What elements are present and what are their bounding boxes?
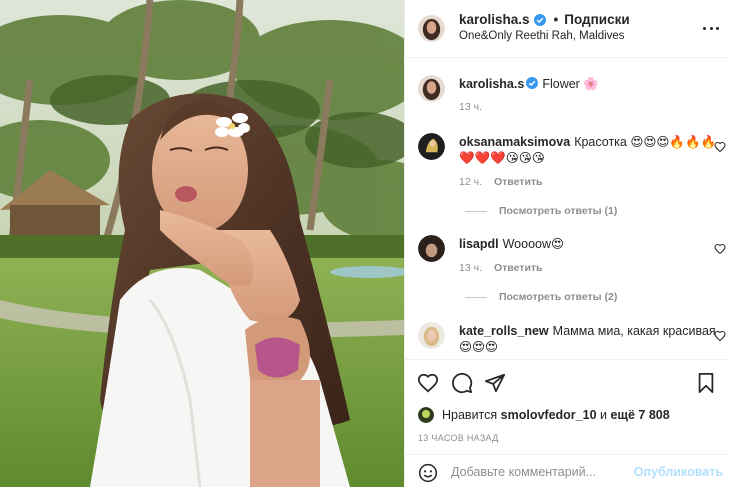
- author-avatar[interactable]: [418, 15, 445, 42]
- comment-username[interactable]: oksanamaksimova: [459, 135, 570, 149]
- comment-like-icon[interactable]: [714, 141, 726, 153]
- view-replies-button[interactable]: Посмотреть ответы (1): [465, 205, 617, 217]
- comment-like-icon[interactable]: [714, 243, 726, 255]
- comment-username[interactable]: kate_rolls_new: [459, 324, 549, 338]
- caption-text: karolisha.s Flower 🌸: [459, 76, 721, 92]
- instagram-post: karolisha.s • Подписки One&Only Reethi R…: [0, 0, 730, 487]
- reply-button[interactable]: Ответить: [494, 262, 543, 274]
- comment-meta: 12 ч. Ответить: [459, 176, 543, 188]
- commenter-avatar[interactable]: [418, 322, 445, 349]
- comment-time[interactable]: 13 ч.: [459, 262, 482, 274]
- comment-text: kate_rolls_new Мамма миа, какая красивая …: [459, 323, 721, 355]
- likes-middle: и: [600, 408, 607, 422]
- comment-body: Woooow😍: [502, 237, 565, 251]
- caption-body: Flower 🌸: [542, 77, 599, 91]
- comment-username[interactable]: lisapdl: [459, 237, 499, 251]
- caption-username[interactable]: karolisha.s: [459, 77, 524, 91]
- author-username[interactable]: karolisha.s: [459, 12, 530, 27]
- commenter-avatar[interactable]: [418, 235, 445, 262]
- post-actions: Нравится smolovfedor_10 и ещё 7 808 13 Ч…: [405, 359, 730, 487]
- comment-time[interactable]: 12 ч.: [459, 176, 482, 188]
- post-timestamp[interactable]: 13 ЧАСОВ НАЗАД: [418, 433, 499, 443]
- replies-divider: [465, 210, 487, 212]
- three-dots-icon: [703, 26, 706, 30]
- view-replies-button[interactable]: Посмотреть ответы (2): [465, 291, 617, 303]
- view-replies-label: Посмотреть ответы (2): [499, 291, 618, 303]
- likes-summary: Нравится smolovfedor_10 и ещё 7 808: [418, 407, 670, 423]
- replies-divider: [465, 296, 487, 298]
- smiley-face-icon[interactable]: [418, 463, 438, 483]
- bookmark-icon[interactable]: [695, 372, 717, 394]
- publish-button[interactable]: Опубликовать: [634, 465, 723, 479]
- heart-outline-icon[interactable]: [417, 372, 439, 394]
- comment-input[interactable]: [451, 462, 631, 482]
- liker-avatar[interactable]: [418, 407, 434, 423]
- comment-like-icon[interactable]: [714, 330, 726, 342]
- caption-time[interactable]: 13 ч.: [459, 101, 482, 113]
- likes-count-button[interactable]: ещё 7 808: [610, 408, 669, 422]
- more-options-button[interactable]: [703, 20, 719, 36]
- comment-text: lisapdl Woooow😍: [459, 236, 721, 252]
- likes-prefix: Нравится: [442, 408, 498, 422]
- post-image: [0, 0, 404, 487]
- caption-meta: 13 ч.: [459, 101, 482, 113]
- following-button[interactable]: Подписки: [564, 12, 629, 27]
- comments-list[interactable]: karolisha.s Flower 🌸 13 ч. oksanamaksimov…: [405, 59, 730, 359]
- post-location[interactable]: One&Only Reethi Rah, Maldives: [459, 30, 625, 42]
- caption-author-avatar[interactable]: [418, 75, 445, 102]
- paper-plane-icon[interactable]: [484, 372, 506, 394]
- commenter-avatar[interactable]: [418, 133, 445, 160]
- speech-bubble-icon[interactable]: [451, 372, 473, 394]
- verified-badge-icon: [526, 77, 539, 89]
- header-author-row: karolisha.s • Подписки: [459, 12, 630, 27]
- view-replies-label: Посмотреть ответы (1): [499, 205, 618, 217]
- comment-composer: Опубликовать: [405, 454, 730, 487]
- liker-username[interactable]: smolovfedor_10: [501, 408, 597, 422]
- separator-dot: •: [553, 12, 559, 27]
- verified-badge-icon: [533, 13, 546, 26]
- post-sidebar: karolisha.s • Подписки One&Only Reethi R…: [404, 0, 730, 487]
- comment-meta: 13 ч. Ответить: [459, 262, 543, 274]
- post-header: karolisha.s • Подписки One&Only Reethi R…: [405, 0, 730, 58]
- post-photo[interactable]: [0, 0, 404, 487]
- reply-button[interactable]: Ответить: [494, 176, 543, 188]
- comment-text: oksanamaksimova Красотка 😍😍😍🔥🔥🔥❤️❤️❤️😘😘😘: [459, 134, 721, 166]
